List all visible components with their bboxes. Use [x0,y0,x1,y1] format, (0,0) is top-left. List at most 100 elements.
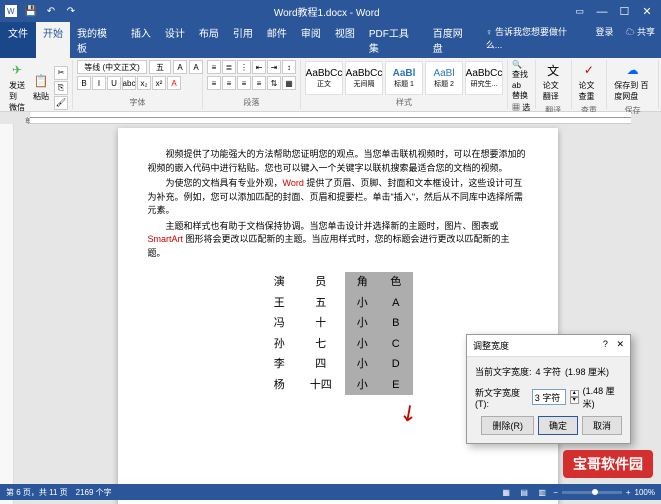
baidu-save-button[interactable]: ☁保存到 百度网盘 [611,60,654,104]
replace-button[interactable]: ab 替换 [512,81,531,101]
paragraph[interactable]: 为使您的文档具有专业外观，Word 提供了页眉、页脚、封面和文本框设计，这些设计… [148,177,528,218]
read-mode-icon[interactable]: ▦ [499,485,513,499]
tab-baidu[interactable]: 百度网盘 [426,22,480,58]
ribbon-options-icon[interactable]: ▭ [575,6,584,17]
translate-button[interactable]: 文论文 翻译 [540,60,567,104]
shading-icon[interactable]: ▦ [282,76,296,90]
undo-icon[interactable]: ↶ [44,4,58,18]
align-left-icon[interactable]: ≡ [207,76,221,90]
web-layout-icon[interactable]: ▥ [535,485,549,499]
status-bar: 第 6 页，共 11 页 2169 个字 ▦ ▤ ▥ − + 100% [0,484,661,500]
table-row: 演员角色 [263,272,413,293]
ok-button[interactable]: 确定 [538,416,578,435]
tab-layout[interactable]: 布局 [192,22,226,58]
table-row: 王五小A [263,293,413,314]
group-paragraph: 段落 [207,96,296,109]
dialog-close-icon[interactable]: ✕ [616,339,624,349]
table[interactable]: 演员角色 王五小A 冯十小B 孙七小C 李四小D 杨十四小E [263,272,413,395]
zoom-level[interactable]: 100% [635,488,655,497]
style-heading2[interactable]: AaBl标题 2 [425,61,463,95]
signin-link[interactable]: 登录 [589,22,619,58]
tab-review[interactable]: 审阅 [294,22,328,58]
check-button[interactable]: ✓论文 查重 [576,60,603,104]
style-nospacing[interactable]: AaBbCc无间隔 [345,61,383,95]
zoom-out-button[interactable]: − [553,488,558,497]
redo-icon[interactable]: ↷ [64,4,78,18]
paragraph[interactable]: 视频提供了功能强大的方法帮助您证明您的观点。当您单击联机视频时，可以在想要添加的… [148,148,528,175]
new-width-input[interactable] [532,389,566,405]
tab-view[interactable]: 视图 [328,22,362,58]
tab-mailings[interactable]: 邮件 [260,22,294,58]
dialog-help-icon[interactable]: ? [603,339,608,349]
print-layout-icon[interactable]: ▤ [517,485,531,499]
superscript-button[interactable]: x² [152,76,166,90]
italic-button[interactable]: I [92,76,106,90]
underline-button[interactable]: U [107,76,121,90]
document-area[interactable]: 视频提供了功能强大的方法帮助您证明您的观点。当您单击联机视频时，可以在想要添加的… [14,124,661,504]
tab-design[interactable]: 设计 [158,22,192,58]
tab-references[interactable]: 引用 [226,22,260,58]
font-size-select[interactable]: 五 [149,60,171,74]
table-row: 李四小D [263,354,413,375]
page: 视频提供了功能强大的方法帮助您证明您的观点。当您单击联机视频时，可以在想要添加的… [118,128,558,504]
dialog-title: 调整宽度 [473,339,509,352]
zoom-slider[interactable] [562,491,622,494]
vertical-ruler[interactable] [0,124,14,504]
current-width-label: 当前文字宽度: [475,365,532,378]
word-count[interactable]: 2169 个字 [76,487,112,498]
find-button[interactable]: 🔍 查找 [512,60,531,80]
width-spinner[interactable]: ▴▾ [570,390,579,404]
maximize-button[interactable]: ☐ [614,5,634,18]
line-spacing-icon[interactable]: ⇅ [267,76,281,90]
bullets-icon[interactable]: ≡ [207,60,221,74]
sort-icon[interactable]: ↕ [282,60,296,74]
tab-templates[interactable]: 我的模板 [70,22,124,58]
delete-button[interactable]: 删除(R) [481,416,534,435]
zoom-in-button[interactable]: + [626,488,631,497]
new-width-cm: (1.48 厘米) [583,384,622,410]
tell-me[interactable]: ♀ 告诉我您想要做什么... [480,22,590,58]
close-button[interactable]: ✕ [637,5,657,18]
indent-dec-icon[interactable]: ⇤ [252,60,266,74]
style-heading1[interactable]: AaBl标题 1 [385,61,423,95]
ribbon-tabs: 文件 开始 我的模板 插入 设计 布局 引用 邮件 审阅 视图 PDF工具集 百… [0,22,661,58]
share-button[interactable]: ☁ 共享 [619,22,661,58]
bold-button[interactable]: B [77,76,91,90]
paragraph[interactable]: 主题和样式也有助于文档保持协调。当您单击设计并选择新的主题时，图片、图表或 Sm… [148,220,528,261]
font-family-select[interactable]: 等线 (中文正文) [77,60,147,74]
annotation-arrow: ↙ [391,394,425,432]
paste-button[interactable]: 📋粘贴 [30,71,52,104]
align-right-icon[interactable]: ≡ [237,76,251,90]
window-title: Word教程1.docx - Word [274,4,380,19]
multilevel-icon[interactable]: ⋮ [237,60,251,74]
align-center-icon[interactable]: ≡ [222,76,236,90]
justify-icon[interactable]: ≡ [252,76,266,90]
strike-button[interactable]: abc [122,76,136,90]
current-width-value: 4 字符 [536,365,562,378]
copy-icon[interactable]: ⎘ [54,81,68,95]
horizontal-ruler[interactable] [30,112,631,124]
font-color-button[interactable]: A [167,76,181,90]
minimize-button[interactable]: — [592,6,612,18]
table-row: 孙七小C [263,334,413,355]
style-normal[interactable]: AaBbCc正文 [305,61,343,95]
watermark: 宝哥软件园 [563,450,653,478]
table-row: 杨十四小E [263,375,413,396]
style-custom[interactable]: AaBbCc研究生... [465,61,503,95]
send-wechat-button[interactable]: ✈发送到 微信 [6,60,28,115]
tab-home[interactable]: 开始 [36,22,70,58]
page-indicator[interactable]: 第 6 页，共 11 页 [6,487,68,498]
cancel-button[interactable]: 取消 [582,416,622,435]
shrink-font-icon[interactable]: A [189,60,203,74]
tab-file[interactable]: 文件 [0,22,36,58]
indent-inc-icon[interactable]: ⇥ [267,60,281,74]
numbering-icon[interactable]: ≣ [222,60,236,74]
cut-icon[interactable]: ✂ [54,66,68,80]
save-icon[interactable]: 💾 [24,4,38,18]
grow-font-icon[interactable]: A [173,60,187,74]
ribbon: ✈发送到 微信 📋粘贴 ✂ ⎘ 🖌 剪贴板 等线 (中文正文) 五 A A B … [0,58,661,112]
format-painter-icon[interactable]: 🖌 [54,96,68,110]
subscript-button[interactable]: x₂ [137,76,151,90]
tab-insert[interactable]: 插入 [124,22,158,58]
tab-pdf[interactable]: PDF工具集 [362,22,426,58]
